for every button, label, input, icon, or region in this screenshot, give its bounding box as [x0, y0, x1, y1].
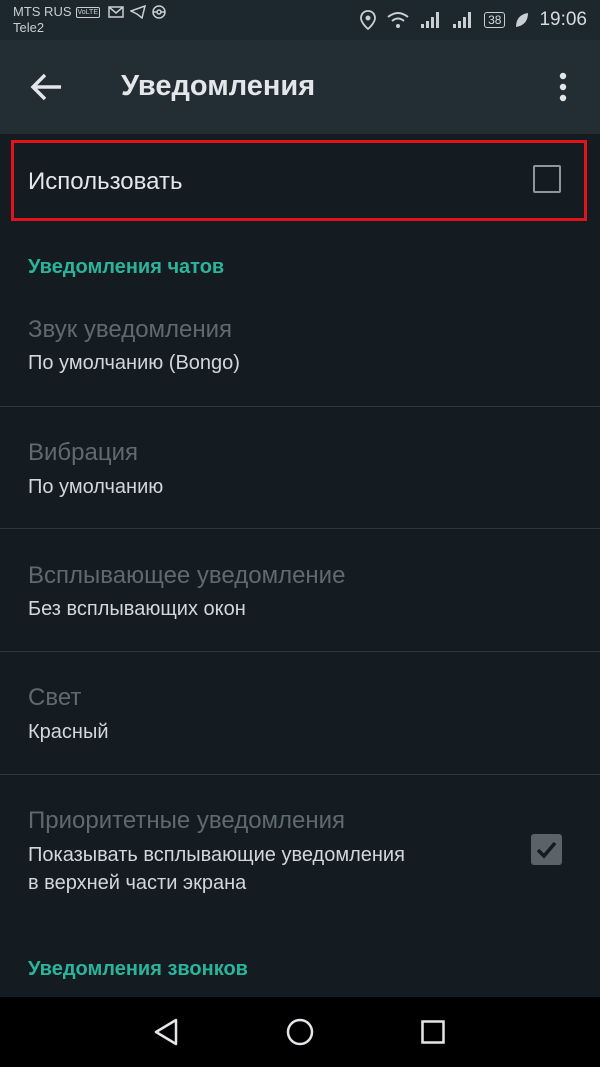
setting-value: Без всплывающих окон	[28, 598, 246, 620]
setting-priority-notifications[interactable]: Приоритетные уведомления Показывать вспл…	[0, 775, 600, 915]
setting-title: Свет	[28, 684, 82, 711]
use-custom-notifications-label: Использовать	[28, 168, 183, 195]
circle-home-icon	[286, 1018, 314, 1046]
setting-popup-notification[interactable]: Всплывающее уведомление Без всплывающих …	[0, 529, 600, 652]
setting-vibration[interactable]: Вибрация По умолчанию	[0, 407, 600, 529]
carrier-2: Tele2	[13, 20, 45, 35]
square-recents-icon	[421, 1020, 445, 1044]
use-custom-notifications-row[interactable]: Использовать	[11, 140, 587, 221]
setting-notification-sound[interactable]: Звук уведомления По умолчанию (Bongo)	[0, 295, 600, 407]
clock: 19:06	[539, 9, 587, 30]
back-button[interactable]	[30, 72, 64, 102]
status-bar: MTS RUS VoLTE Tele2 38 19:06	[0, 0, 600, 40]
setting-title: Всплывающее уведомление	[28, 562, 346, 589]
signal-1-icon	[421, 12, 440, 28]
setting-title: Звук уведомления	[28, 316, 233, 343]
setting-title: Вибрация	[28, 439, 139, 466]
section-header-calls: Уведомления звонков	[28, 958, 248, 980]
use-custom-notifications-checkbox[interactable]	[533, 165, 561, 193]
battery-indicator: 38	[484, 12, 506, 28]
signal-2-icon	[453, 12, 472, 28]
more-vert-icon	[559, 72, 567, 102]
setting-value: Красный	[28, 721, 109, 743]
wifi-icon	[387, 12, 409, 28]
setting-value-line-2: в верхней части экрана	[28, 872, 247, 894]
arrow-back-icon	[30, 73, 61, 101]
setting-value-line-1: Показывать всплывающие уведомления	[28, 844, 405, 866]
system-navigation-bar	[0, 997, 600, 1067]
status-bar-right: 38 19:06	[360, 9, 587, 31]
location-icon	[360, 10, 376, 30]
telegram-icon	[130, 5, 146, 19]
status-bar-left: MTS RUS VoLTE Tele2	[13, 4, 166, 36]
nav-home-button[interactable]	[286, 1018, 314, 1051]
checkmark-icon	[536, 841, 557, 859]
setting-value: По умолчанию (Bongo)	[28, 352, 240, 374]
priority-notifications-checkbox[interactable]	[531, 834, 562, 865]
pokeball-icon	[152, 5, 166, 19]
nav-back-button[interactable]	[153, 1018, 179, 1051]
nav-recents-button[interactable]	[421, 1020, 445, 1049]
setting-light[interactable]: Свет Красный	[0, 652, 600, 775]
section-header-chat: Уведомления чатов	[28, 256, 225, 278]
more-options-button[interactable]	[553, 70, 573, 104]
page-title: Уведомления	[121, 70, 316, 102]
mail-icon	[108, 6, 124, 18]
carrier-1: MTS RUS	[13, 4, 72, 19]
app-toolbar: Уведомления	[0, 40, 600, 134]
setting-value: По умолчанию	[28, 476, 164, 498]
leaf-icon	[516, 13, 529, 27]
setting-title: Приоритетные уведомления	[28, 807, 346, 834]
volte-badge: VoLTE	[75, 6, 100, 18]
triangle-back-icon	[154, 1018, 178, 1046]
